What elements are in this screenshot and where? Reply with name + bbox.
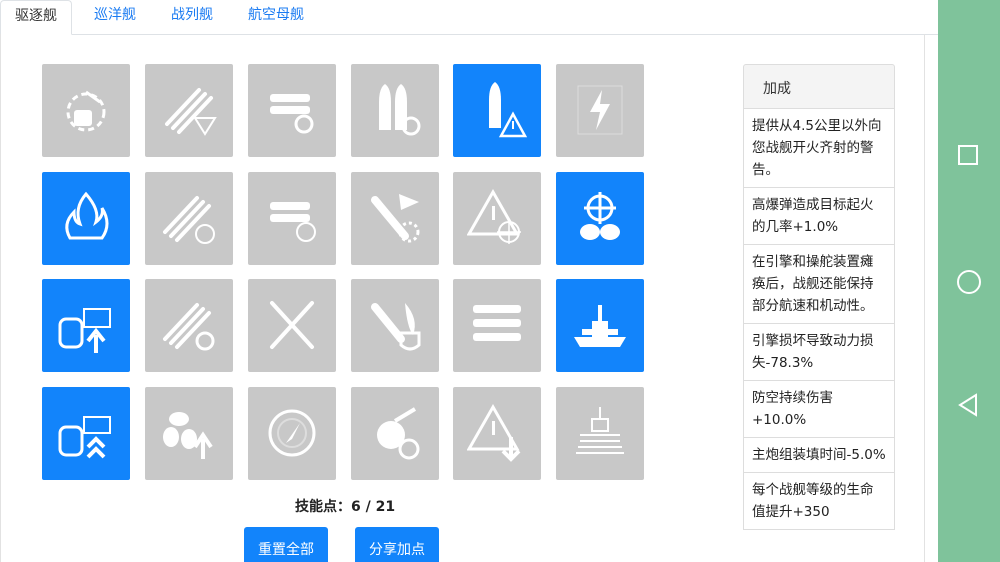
skill-crossed-swords[interactable] bbox=[248, 279, 336, 372]
skill-torpedo-tube-timer[interactable] bbox=[248, 172, 336, 265]
skill-engine-boost[interactable] bbox=[42, 279, 130, 372]
engine-boost-icon bbox=[58, 308, 111, 353]
helm-propeller-icon bbox=[580, 192, 620, 240]
ship-silhouette-icon bbox=[576, 407, 624, 454]
lightning-icon bbox=[577, 85, 623, 135]
tab-cruiser[interactable]: 巡洋舰 bbox=[80, 0, 150, 34]
android-nav-bar bbox=[938, 0, 1000, 562]
torpedo-rearm-icon bbox=[163, 303, 215, 351]
torpedo-rack-icon bbox=[473, 305, 521, 341]
torpedo-reload-icon bbox=[270, 94, 314, 134]
skill-torpedo-aim[interactable] bbox=[145, 64, 233, 157]
skill-propeller-up[interactable] bbox=[145, 387, 233, 480]
skill-points: 技能点：6 / 21 bbox=[295, 496, 395, 516]
skill-shell-warning[interactable] bbox=[453, 64, 541, 157]
skill-flag-explosion[interactable] bbox=[351, 172, 439, 265]
skill-fire[interactable] bbox=[42, 172, 130, 265]
skill-fire-shield[interactable] bbox=[351, 279, 439, 372]
fire-icon bbox=[65, 191, 109, 240]
torpedo-speed-icon bbox=[163, 196, 215, 244]
bonus-panel: 加成 提供从4.5公里以外向您战舰开火齐射的警告。 高爆弹造成目标起火的几率+1… bbox=[743, 64, 895, 530]
tab-carrier[interactable]: 航空母舰 bbox=[234, 0, 318, 34]
shell-warning-icon bbox=[489, 82, 527, 138]
propeller-up-icon bbox=[163, 412, 213, 459]
fire-shield-icon bbox=[371, 303, 421, 351]
bonus-item: 每个战舰等级的生命值提升+350 bbox=[743, 473, 895, 530]
crossed-swords-icon bbox=[270, 301, 314, 349]
skill-warning-target[interactable] bbox=[453, 172, 541, 265]
warning-target-icon bbox=[467, 188, 521, 244]
bonus-item: 高爆弹造成目标起火的几率+1.0% bbox=[743, 188, 895, 245]
skill-points-value: 6 / 21 bbox=[351, 499, 396, 515]
skill-points-label: 技能点： bbox=[295, 499, 351, 515]
skill-gun-turret-range[interactable] bbox=[42, 64, 130, 157]
radar-icon bbox=[268, 409, 316, 457]
skill-torpedo-speed[interactable] bbox=[145, 172, 233, 265]
torpedo-aim-icon bbox=[165, 88, 217, 136]
flag-explosion-icon bbox=[371, 194, 420, 243]
skill-lightning[interactable] bbox=[556, 64, 644, 157]
bonus-title: 加成 bbox=[743, 64, 895, 109]
bonus-item: 防空持续伤害+10.0% bbox=[743, 381, 895, 438]
skill-warning-down[interactable] bbox=[453, 387, 541, 480]
skill-torpedo-reload[interactable] bbox=[248, 64, 336, 157]
skill-shell-reload[interactable] bbox=[351, 64, 439, 157]
back-triangle-icon[interactable] bbox=[957, 393, 979, 417]
skill-torpedo-rearm[interactable] bbox=[145, 279, 233, 372]
skill-ship-silhouette[interactable] bbox=[556, 387, 644, 480]
bonus-item: 提供从4.5公里以外向您战舰开火齐射的警告。 bbox=[743, 109, 895, 188]
skill-battleship[interactable] bbox=[556, 279, 644, 372]
shell-reload-icon bbox=[379, 84, 421, 136]
skill-radar[interactable] bbox=[248, 387, 336, 480]
battleship-icon bbox=[574, 305, 626, 347]
reset-all-button[interactable]: 重置全部 bbox=[244, 527, 328, 562]
bonus-item: 在引擎和操舵装置瘫痪后，战舰还能保持部分航速和机动性。 bbox=[743, 245, 895, 324]
tab-destroyer[interactable]: 驱逐舰 bbox=[0, 0, 72, 35]
skill-helm-propeller[interactable] bbox=[556, 172, 644, 265]
bonus-item: 引擎损坏导致动力损失-78.3% bbox=[743, 324, 895, 381]
app: 驱逐舰 巡洋舰 战列舰 航空母舰 技能点：6 / 21 重置全部 分享加点 加成… bbox=[0, 0, 938, 562]
torpedo-tube-timer-icon bbox=[270, 202, 316, 242]
recents-square-icon[interactable] bbox=[957, 144, 979, 166]
engine-double-boost-icon bbox=[58, 416, 111, 459]
skill-torpedo-rack[interactable] bbox=[453, 279, 541, 372]
gun-turret-range-icon bbox=[66, 90, 106, 132]
tab-battleship[interactable]: 战列舰 bbox=[157, 0, 227, 34]
bonus-item: 主炮组装填时间-5.0% bbox=[743, 438, 895, 473]
share-build-button[interactable]: 分享加点 bbox=[355, 527, 439, 562]
skill-engine-double-boost[interactable] bbox=[42, 387, 130, 480]
warning-down-icon bbox=[467, 403, 521, 462]
turret-timer-icon bbox=[377, 407, 420, 460]
home-circle-icon[interactable] bbox=[956, 269, 982, 295]
skill-turret-timer[interactable] bbox=[351, 387, 439, 480]
ship-type-tabs: 驱逐舰 巡洋舰 战列舰 航空母舰 bbox=[0, 0, 938, 35]
